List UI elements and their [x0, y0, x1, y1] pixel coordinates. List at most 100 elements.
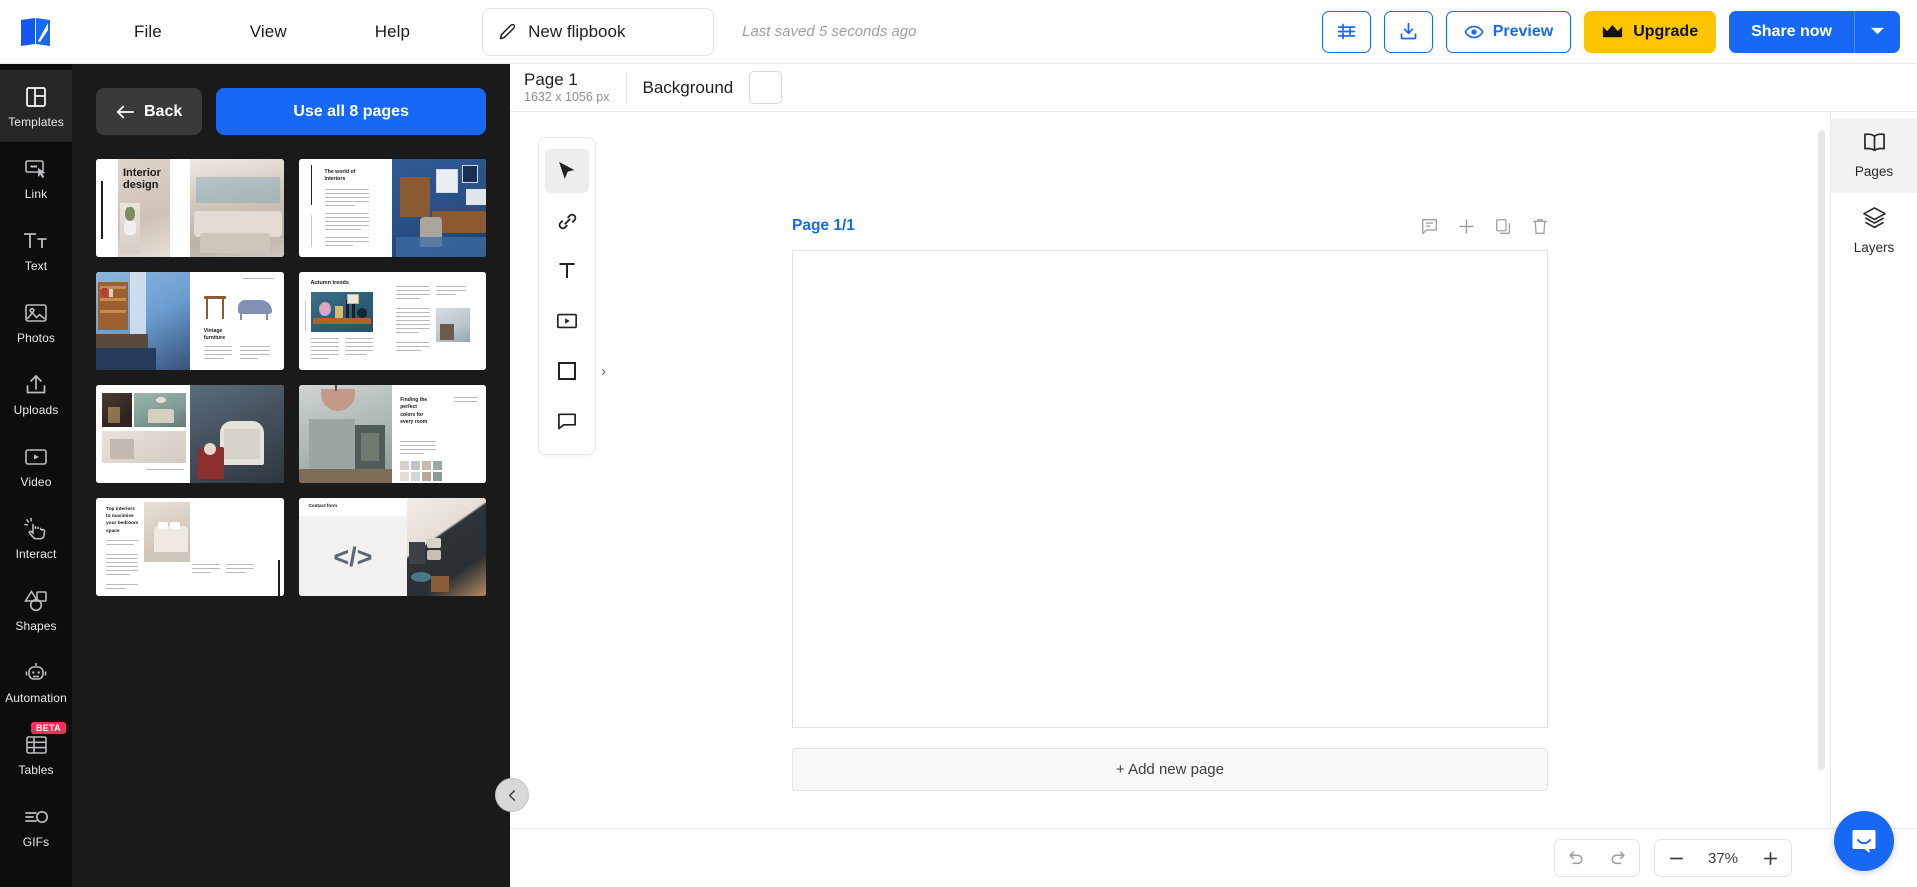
use-all-pages-button[interactable]: Use all 8 pages	[216, 88, 486, 135]
redo-button[interactable]	[1597, 840, 1639, 876]
page-canvas[interactable]	[792, 250, 1548, 728]
photos-icon	[24, 300, 48, 326]
add-new-page-button[interactable]: + Add new page	[792, 748, 1548, 791]
undo-icon	[1569, 851, 1583, 865]
right-panel-pages[interactable]: Pages	[1831, 118, 1917, 193]
square-icon	[558, 362, 576, 380]
template-thumbnail[interactable]: Contact form </>	[298, 498, 486, 596]
settings-button[interactable]	[1321, 10, 1371, 53]
text-t-icon	[559, 263, 575, 278]
right-panel-label: Layers	[1853, 240, 1895, 255]
sidebar-item-gifs[interactable]: GIFs	[0, 790, 72, 862]
top-toolbar: File View Help New flipbook Last saved 5…	[0, 0, 1917, 64]
template-thumbnail[interactable]: Finding the perfect colors for every room	[298, 385, 486, 483]
sidebar-item-interact[interactable]: Interact	[0, 502, 72, 574]
page-name: Page 1	[524, 69, 578, 89]
arrow-left-icon	[116, 105, 134, 118]
back-button[interactable]: Back	[96, 88, 203, 135]
chevron-right-icon[interactable]: ›	[601, 363, 606, 380]
sidebar-item-tables[interactable]: BETA Tables	[0, 718, 72, 790]
page-info: Page 1 1632 x 1056 px	[524, 69, 627, 105]
redo-icon	[1611, 851, 1625, 865]
menu-view[interactable]: View	[240, 12, 297, 52]
templates-panel: Back Use all 8 pages Interior design The…	[72, 64, 510, 887]
app-logo[interactable]	[0, 17, 72, 47]
layers-icon	[1862, 206, 1887, 234]
chevron-down-icon	[1871, 27, 1884, 35]
undo-button[interactable]	[1555, 840, 1597, 876]
zoom-out-button[interactable]	[1655, 840, 1697, 876]
share-control: Share now	[1729, 10, 1900, 53]
eye-icon	[1464, 25, 1484, 38]
comment-tool[interactable]	[545, 399, 589, 443]
sidebar-item-automation[interactable]: Automation	[0, 646, 72, 718]
page-note-icon[interactable]	[1421, 218, 1438, 235]
sidebar-item-text[interactable]: Text	[0, 214, 72, 286]
menu-help[interactable]: Help	[365, 12, 420, 52]
page-duplicate-icon[interactable]	[1495, 218, 1512, 235]
template-thumbnail[interactable]: Top interiors to maximise your bedroom spac…	[96, 498, 284, 596]
top-toolbar-actions: Preview Upgrade Share now	[1321, 10, 1917, 53]
editor-body: Templates Link Text Photos Uploads Video…	[0, 64, 1917, 887]
tables-beta-badge: BETA	[30, 722, 66, 734]
history-controls	[1554, 839, 1640, 877]
background-label: Background	[642, 77, 734, 97]
template-thumbnail[interactable]	[96, 385, 284, 483]
sidebar-label: Interact	[15, 546, 57, 561]
select-tool[interactable]	[545, 149, 589, 193]
share-now-button[interactable]: Share now	[1729, 10, 1854, 53]
collapse-panel-button[interactable]	[495, 778, 529, 812]
sidebar-item-uploads[interactable]: Uploads	[0, 358, 72, 430]
text-tool[interactable]	[545, 249, 589, 293]
link-box-icon	[24, 156, 48, 182]
plus-icon	[1763, 851, 1777, 865]
zoom-in-button[interactable]	[1749, 840, 1791, 876]
templates-icon	[24, 84, 48, 110]
sidebar-label: Video	[20, 474, 52, 489]
page-delete-icon[interactable]	[1532, 218, 1548, 235]
share-dropdown-button[interactable]	[1854, 10, 1900, 53]
shapes-icon	[23, 588, 49, 614]
right-panel-label: Pages	[1854, 164, 1894, 179]
background-color-swatch[interactable]	[749, 71, 783, 104]
link-icon	[558, 213, 576, 229]
page-add-icon[interactable]	[1458, 218, 1475, 235]
zoom-controls: 37%	[1654, 839, 1792, 877]
sidebar-item-link[interactable]: Link	[0, 142, 72, 214]
flipbook-logo-icon	[21, 17, 50, 46]
last-saved-status: Last saved 5 seconds ago	[742, 23, 917, 40]
sidebar-label: Tables	[18, 762, 54, 777]
right-panel-layers[interactable]: Layers	[1831, 193, 1917, 268]
menu-file[interactable]: File	[124, 12, 172, 52]
intercom-chat-icon	[1852, 830, 1876, 853]
editor-main: Page 1 1632 x 1056 px Background › Page …	[510, 64, 1917, 887]
upgrade-button[interactable]: Upgrade	[1584, 10, 1717, 53]
chat-launcher-button[interactable]	[1834, 811, 1894, 871]
back-label: Back	[144, 102, 183, 120]
link-tool[interactable]	[545, 199, 589, 243]
canvas-scrollbar[interactable]	[1818, 130, 1825, 770]
sidebar-label: GIFs	[22, 834, 50, 849]
sidebar-item-photos[interactable]: Photos	[0, 286, 72, 358]
sidebar-label: Shapes	[15, 618, 57, 633]
template-thumbnail[interactable]: The world of interiors	[298, 159, 486, 257]
template-thumbnail[interactable]: Vintage furniture	[96, 272, 284, 370]
video-tool[interactable]	[545, 299, 589, 343]
sidebar-item-templates[interactable]: Templates	[0, 70, 72, 142]
shape-tool[interactable]: ›	[545, 349, 606, 393]
download-button[interactable]	[1383, 10, 1433, 53]
page-wrapper: Page 1/1 + Add new page	[792, 210, 1548, 791]
preview-button[interactable]: Preview	[1445, 10, 1572, 53]
canvas-row: › Page 1/1 + Add new page Pages Layers	[510, 112, 1917, 828]
template-thumbnail[interactable]: Autumn trends	[298, 272, 486, 370]
page-properties-bar: Page 1 1632 x 1056 px Background	[510, 64, 1917, 112]
template-thumbnail[interactable]: Interior design	[96, 159, 284, 257]
page-dimensions: 1632 x 1056 px	[524, 90, 610, 105]
document-title-field[interactable]: New flipbook	[482, 7, 715, 56]
sidebar-item-shapes[interactable]: Shapes	[0, 574, 72, 646]
sidebar-item-video[interactable]: Video	[0, 430, 72, 502]
right-sidebar: Pages Layers	[1830, 112, 1917, 828]
book-open-icon	[1862, 132, 1887, 158]
cursor-arrow-icon	[558, 161, 574, 179]
sidebar-label: Link	[24, 186, 48, 201]
